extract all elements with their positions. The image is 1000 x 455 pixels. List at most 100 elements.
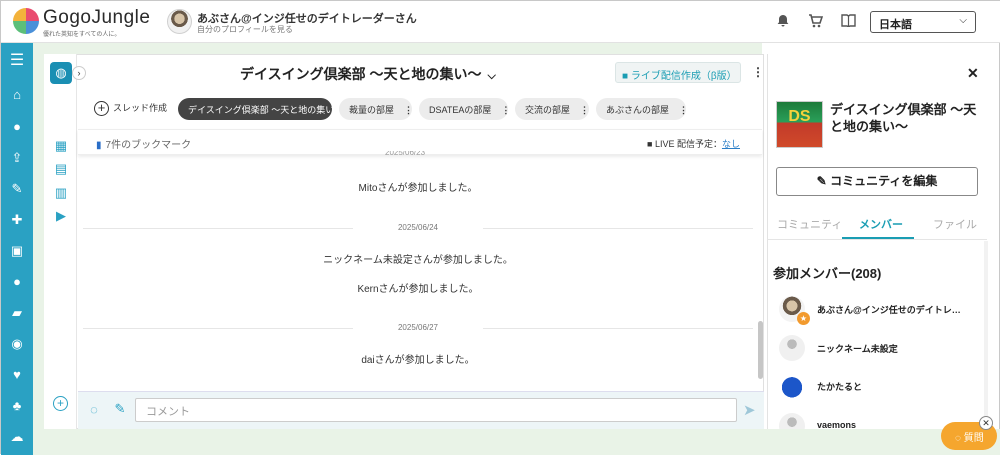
help-label: 質問 — [963, 433, 984, 444]
member-item[interactable]: ニックネーム未設定 — [779, 335, 979, 363]
logo[interactable]: GogoJungle 優れた英知をすべての人に。 — [13, 6, 151, 38]
add-user-icon[interactable]: ✚ — [7, 210, 27, 230]
tab-community[interactable]: コミュニティ — [777, 216, 842, 232]
bottom-strip — [33, 429, 1000, 455]
add-icon[interactable]: + — [53, 396, 68, 411]
plus-icon: + — [94, 101, 109, 117]
member-item[interactable]: ★ あぶさん@インジ任せのデイトレ… — [779, 296, 979, 325]
comments-icon[interactable]: ◉ — [7, 334, 27, 354]
schedule-icon[interactable]: ▥ — [53, 185, 69, 201]
system-message: ニックネーム未設定さんが参加しました。 — [323, 255, 513, 266]
tab-room-discretion[interactable]: 裁量の部屋 ⋮ — [339, 98, 413, 120]
member-name: ニックネーム未設定 — [817, 344, 898, 354]
emoji-chat-icon[interactable]: ◌ — [86, 402, 102, 417]
tab-room-exchange[interactable]: 交流の部屋 ⋮ — [515, 98, 589, 120]
attach-icon[interactable]: ✎ — [112, 401, 128, 417]
edit-community-label: コミュニティを編集 — [830, 174, 938, 188]
video-icon[interactable]: ▶ — [53, 208, 69, 224]
live-create-label: ライブ配信作成（β版） — [630, 71, 737, 82]
close-icon[interactable]: ✕ — [967, 65, 979, 82]
logo-mark-icon — [13, 8, 39, 34]
logo-tagline: 優れた英知をすべての人に。 — [43, 32, 121, 38]
system-message: daiさんが参加しました。 — [361, 355, 475, 366]
community-name: デイスイング倶楽部 〜天と地の集い〜 — [830, 102, 977, 134]
active-tab-indicator — [842, 237, 914, 239]
chat-scrollbar-thumb[interactable] — [758, 321, 763, 379]
folder-icon[interactable]: ▰ — [7, 303, 27, 323]
thread-create-button[interactable]: + スレッド作成 — [94, 101, 167, 117]
tab-files[interactable]: ファイル — [933, 216, 977, 232]
kebab-icon[interactable]: ⋮ — [501, 105, 510, 115]
group-icon[interactable]: ♣ — [7, 396, 27, 416]
grid-icon[interactable]: ▦ — [53, 138, 69, 154]
money-icon[interactable]: ▣ — [7, 241, 27, 261]
language-select[interactable]: 日本語 ⌵ — [870, 11, 976, 33]
bell-icon[interactable] — [775, 14, 791, 30]
avatar — [779, 335, 805, 361]
menu-icon[interactable]: ☰ — [7, 51, 27, 71]
tab-label: デイスイング倶楽部 〜天と地の集い〜 — [188, 105, 344, 115]
close-icon[interactable]: ✕ — [979, 416, 993, 430]
date-separator-partial: 2025/06/23 — [385, 151, 426, 157]
date-separator: 2025/06/27 — [83, 323, 753, 332]
kebab-icon[interactable]: ⋮ — [404, 105, 413, 115]
members-icon[interactable]: ▤ — [53, 161, 69, 177]
home-icon[interactable]: ⌂ — [7, 85, 27, 105]
member-name: あぶさん@インジ任せのデイトレ… — [817, 305, 961, 315]
video-camera-icon: ■ — [622, 71, 629, 82]
system-message: Kernさんが参加しました。 — [357, 284, 479, 295]
chat-title[interactable]: デイスイング倶楽部 〜天と地の集い〜 ⌵ — [240, 64, 496, 84]
tab-label: あぶさんの部屋 — [606, 105, 670, 115]
upload-icon[interactable]: ⇪ — [7, 148, 27, 168]
heart-icon[interactable]: ♥ — [7, 365, 27, 385]
globe-icon[interactable]: ◍ — [50, 62, 72, 84]
wrench-icon[interactable]: ✎ — [7, 179, 27, 199]
member-item[interactable]: たかたると — [779, 373, 979, 401]
chat-menu-icon[interactable]: ⋮ — [752, 66, 764, 78]
chat-icon[interactable]: ● — [7, 272, 27, 292]
cart-icon[interactable] — [807, 14, 823, 30]
kebab-icon[interactable]: ⋮ — [580, 105, 589, 115]
chevron-right-icon[interactable]: › — [72, 66, 86, 80]
date-separator: 2025/06/24 — [83, 223, 753, 232]
send-icon[interactable]: ➤ — [743, 401, 756, 419]
avatar — [167, 9, 192, 34]
book-icon[interactable] — [840, 14, 856, 30]
live-create-button[interactable]: ■ ライブ配信作成（β版） — [615, 62, 741, 83]
kebab-icon[interactable]: ⋮ — [679, 105, 688, 115]
live-schedule-label: LIVE 配信予定： — [654, 139, 722, 149]
chevron-down-icon: ⌵ — [959, 15, 967, 26]
tab-members[interactable]: メンバー — [859, 216, 903, 232]
video-camera-icon: ■ — [647, 139, 653, 149]
question-chat-icon: ◌ — [955, 433, 961, 444]
logo-text: GogoJungle — [43, 7, 151, 28]
bookmark-icon: ▮ — [96, 140, 102, 151]
tab-divider — [767, 239, 987, 240]
members-scrollbar[interactable] — [984, 241, 988, 429]
tab-label: 交流の部屋 — [525, 105, 571, 115]
tab-room-main[interactable]: デイスイング倶楽部 〜天と地の集い〜 — [178, 98, 343, 120]
avatar — [779, 373, 805, 399]
bookmark-label: 7件のブックマーク — [105, 140, 192, 151]
community-thumbnail: DS — [776, 101, 823, 148]
sidebar: ☰ ⌂ ● ⇪ ✎ ✚ ▣ ● ▰ ◉ ♥ ♣ ☁ — [1, 43, 33, 455]
avatar — [779, 413, 805, 429]
cloud-icon[interactable]: ☁ — [7, 427, 27, 447]
edit-community-button[interactable]: ✎ コミュニティを編集 — [776, 167, 978, 196]
chat-title-text: デイスイング倶楽部 〜天と地の集い〜 — [240, 66, 482, 82]
bookmark-link[interactable]: ▮ 7件のブックマーク — [96, 136, 191, 151]
top-bar: GogoJungle 優れた英知をすべての人に。 あぶさん@インジ任せのデイトレ… — [1, 1, 1000, 43]
live-schedule: ■ LIVE 配信予定：なし — [647, 137, 740, 150]
member-name: たかたると — [817, 382, 863, 392]
live-schedule-link[interactable]: なし — [722, 139, 740, 149]
language-value: 日本語 — [879, 19, 912, 31]
tab-label: 裁量の部屋 — [349, 105, 395, 115]
user-icon[interactable]: ● — [7, 117, 27, 137]
comment-input[interactable]: コメント — [135, 398, 737, 422]
tab-room-abu[interactable]: あぶさんの部屋 ⋮ — [596, 98, 688, 120]
tab-label: DSATEAの部屋 — [429, 105, 492, 115]
tab-room-dsatea[interactable]: DSATEAの部屋 ⋮ — [419, 98, 510, 120]
profile-sub-link[interactable]: 自分のプロフィールを見る — [197, 24, 293, 35]
star-icon: ★ — [797, 312, 810, 325]
chevron-down-icon: ⌵ — [487, 70, 496, 82]
